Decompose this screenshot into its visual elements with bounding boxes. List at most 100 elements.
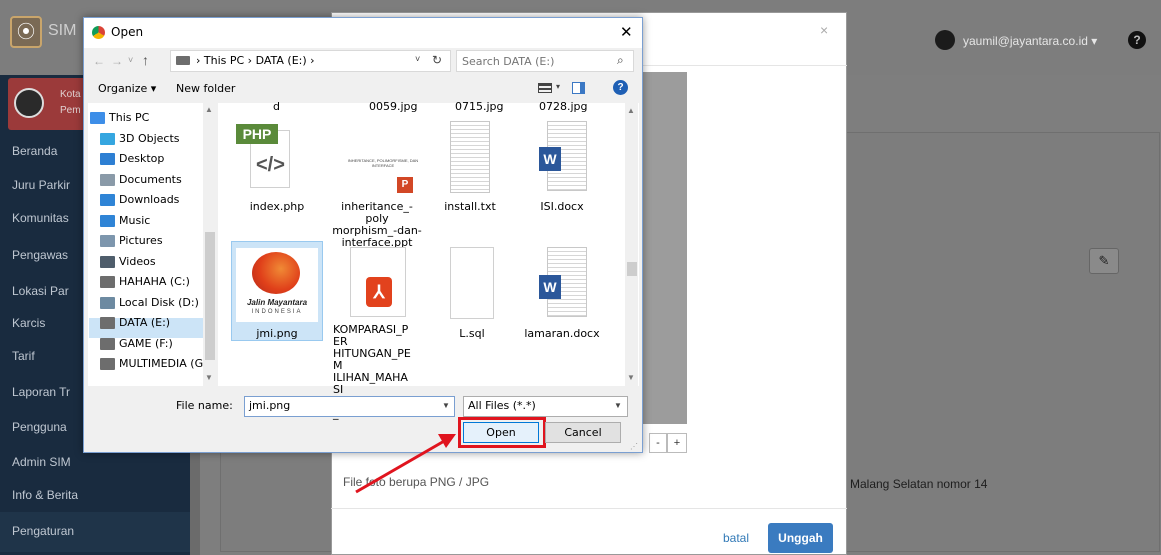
nav-item[interactable]: Desktop <box>100 149 212 169</box>
address-path[interactable]: › This PC › DATA (E:) › <box>196 54 315 67</box>
organize-button[interactable]: Organize ▾ <box>98 82 156 95</box>
resize-grip-icon[interactable]: ⋰ <box>630 442 638 451</box>
file-name[interactable]: index.php <box>232 201 322 213</box>
dialog-close-icon[interactable]: ✕ <box>620 23 633 41</box>
nav-item-label: Pictures <box>119 234 163 247</box>
drive-icon <box>100 276 115 288</box>
nav-item[interactable]: 3D Objects <box>100 129 212 149</box>
dialog-title: Open <box>111 25 144 39</box>
nav-item[interactable]: DATA (E:) <box>100 313 212 333</box>
recent-locations-icon[interactable]: ˅ <box>128 55 133 65</box>
nav-item[interactable]: Local Disk (D:) <box>100 293 212 313</box>
search-input[interactable] <box>462 53 602 69</box>
nav-item[interactable]: Videos <box>100 252 212 272</box>
nav-item[interactable]: Downloads <box>100 190 212 210</box>
edit-icon[interactable]: ✎ <box>1089 248 1119 274</box>
word-file-icon[interactable]: W <box>535 121 593 193</box>
user-menu[interactable]: yaumil@jayantara.co.id ▾ <box>963 34 1097 48</box>
file-name[interactable]: ISI.docx <box>517 201 607 213</box>
file-caption[interactable]: 0728.jpg <box>539 100 588 113</box>
sidebar-item-lokasi-parkir[interactable]: Lokasi Par <box>12 284 69 298</box>
file-name[interactable]: jmi.png <box>232 328 322 340</box>
nav-item-label: Desktop <box>119 152 165 165</box>
sidebar-item-admin-sim[interactable]: Admin SIM <box>12 455 71 469</box>
jmi-logo-swoosh <box>252 252 300 294</box>
file-name[interactable]: inheritance_-poly morphism_-dan-interfac… <box>332 201 422 249</box>
nav-item[interactable]: GAME (F:) <box>100 334 212 354</box>
pdf-file-icon[interactable]: ⅄ <box>350 247 408 319</box>
file-caption[interactable]: d <box>273 100 280 113</box>
help-icon[interactable]: ? <box>1128 31 1146 49</box>
sidebar-item-pengawas[interactable]: Pengawas <box>12 248 68 262</box>
search-icon: ⌕ <box>617 53 624 67</box>
modal-close-icon[interactable]: × <box>820 22 828 38</box>
file-name[interactable]: L.sql <box>427 328 517 340</box>
file-caption[interactable]: 0059.jpg <box>369 100 418 113</box>
nav-scroll-thumb[interactable] <box>205 232 215 360</box>
nav-item[interactable]: Documents <box>100 170 212 190</box>
file-name[interactable]: lamaran.docx <box>517 328 607 340</box>
refresh-icon[interactable]: ↻ <box>432 53 442 67</box>
sidebar-item-pengaturan[interactable]: Pengaturan <box>12 524 74 538</box>
nav-item-label: DATA (E:) <box>119 316 171 329</box>
sidebar-item-info-berita[interactable]: Info & Berita <box>12 488 78 502</box>
nav-item[interactable]: MULTIMEDIA (G <box>100 354 212 374</box>
sidebar-item-laporan[interactable]: Laporan Tr <box>12 385 70 399</box>
nav-item-label: This PC <box>109 111 150 124</box>
desktop-icon <box>100 153 115 165</box>
file-type-value[interactable]: All Files (*.*) <box>468 399 536 412</box>
sidebar-item-juru-parkir[interactable]: Juru Parkir <box>12 178 70 192</box>
forward-arrow-icon[interactable]: → <box>111 54 123 68</box>
nav-item[interactable]: Music <box>100 211 212 231</box>
address-dropdown-icon[interactable]: ˅ <box>415 54 420 64</box>
scroll-down-icon[interactable]: ▼ <box>627 373 635 382</box>
up-arrow-icon[interactable]: ↑ <box>142 52 149 68</box>
file-scrollbar[interactable] <box>625 103 638 386</box>
scroll-down-icon[interactable]: ▼ <box>205 373 213 382</box>
file-name-dropdown-icon[interactable]: ▼ <box>442 401 450 410</box>
org-logo <box>14 88 44 118</box>
word-file-icon[interactable]: W <box>535 247 593 319</box>
upload-button[interactable]: Unggah <box>768 523 833 553</box>
nav-item[interactable]: This PC <box>90 108 202 128</box>
php-file-icon[interactable]: PHP </> <box>236 122 298 194</box>
sidebar-item-tarif[interactable]: Tarif <box>12 349 35 363</box>
txt-file-icon[interactable] <box>450 121 490 193</box>
file-name-value[interactable]: jmi.png <box>249 399 290 412</box>
scroll-up-icon[interactable]: ▲ <box>205 105 213 114</box>
image-file-icon[interactable]: Jalin Mayantara INDONESIA <box>236 248 318 322</box>
view-options-icon[interactable] <box>538 83 552 93</box>
nav-item-label: Music <box>119 213 151 227</box>
file-scroll-thumb[interactable] <box>627 262 637 276</box>
nav-item-label: Documents <box>119 172 182 186</box>
sidebar-item-pengguna[interactable]: Pengguna <box>12 420 67 434</box>
cancel-link[interactable]: batal <box>723 531 749 545</box>
file-caption[interactable]: 0715.jpg <box>455 100 504 113</box>
jmi-logo-sub: INDONESIA <box>251 309 303 315</box>
file-name[interactable]: install.txt <box>425 201 515 213</box>
scroll-up-icon[interactable]: ▲ <box>627 106 635 115</box>
back-arrow-icon[interactable]: ← <box>93 54 105 68</box>
sidebar-item-karcis[interactable]: Karcis <box>12 316 45 330</box>
new-folder-button[interactable]: New folder <box>176 82 235 95</box>
sql-file-icon[interactable] <box>450 247 494 319</box>
cancel-button[interactable]: Cancel <box>545 422 621 443</box>
nav-item[interactable]: HAHAHA (C:) <box>100 272 212 292</box>
zoom-out-button[interactable]: - <box>649 433 667 453</box>
sidebar-item-beranda[interactable]: Beranda <box>12 144 57 158</box>
dialog-help-icon[interactable]: ? <box>613 80 628 95</box>
chrome-icon <box>92 26 105 39</box>
drive-icon <box>100 358 115 370</box>
file-name-label: File name: <box>176 399 233 412</box>
ppt-thumb-text: INHERITANCE, POLIMORFISME, DAN INTERFACE <box>347 158 419 168</box>
nav-item-label: 3D Objects <box>119 131 180 145</box>
view-dropdown-icon[interactable]: ▾ <box>556 82 560 91</box>
file-type-dropdown-icon[interactable]: ▼ <box>614 401 622 410</box>
file-hint-text: File foto berupa PNG / JPG <box>343 475 490 489</box>
preview-pane-icon[interactable] <box>572 82 585 94</box>
sidebar-item-komunitas[interactable]: Komunitas <box>12 211 69 225</box>
ppt-file-icon[interactable]: INHERITANCE, POLIMORFISME, DAN INTERFACE… <box>335 122 425 194</box>
user-avatar[interactable] <box>935 30 955 50</box>
nav-item[interactable]: Pictures <box>100 231 212 251</box>
zoom-in-button[interactable]: + <box>667 433 687 453</box>
